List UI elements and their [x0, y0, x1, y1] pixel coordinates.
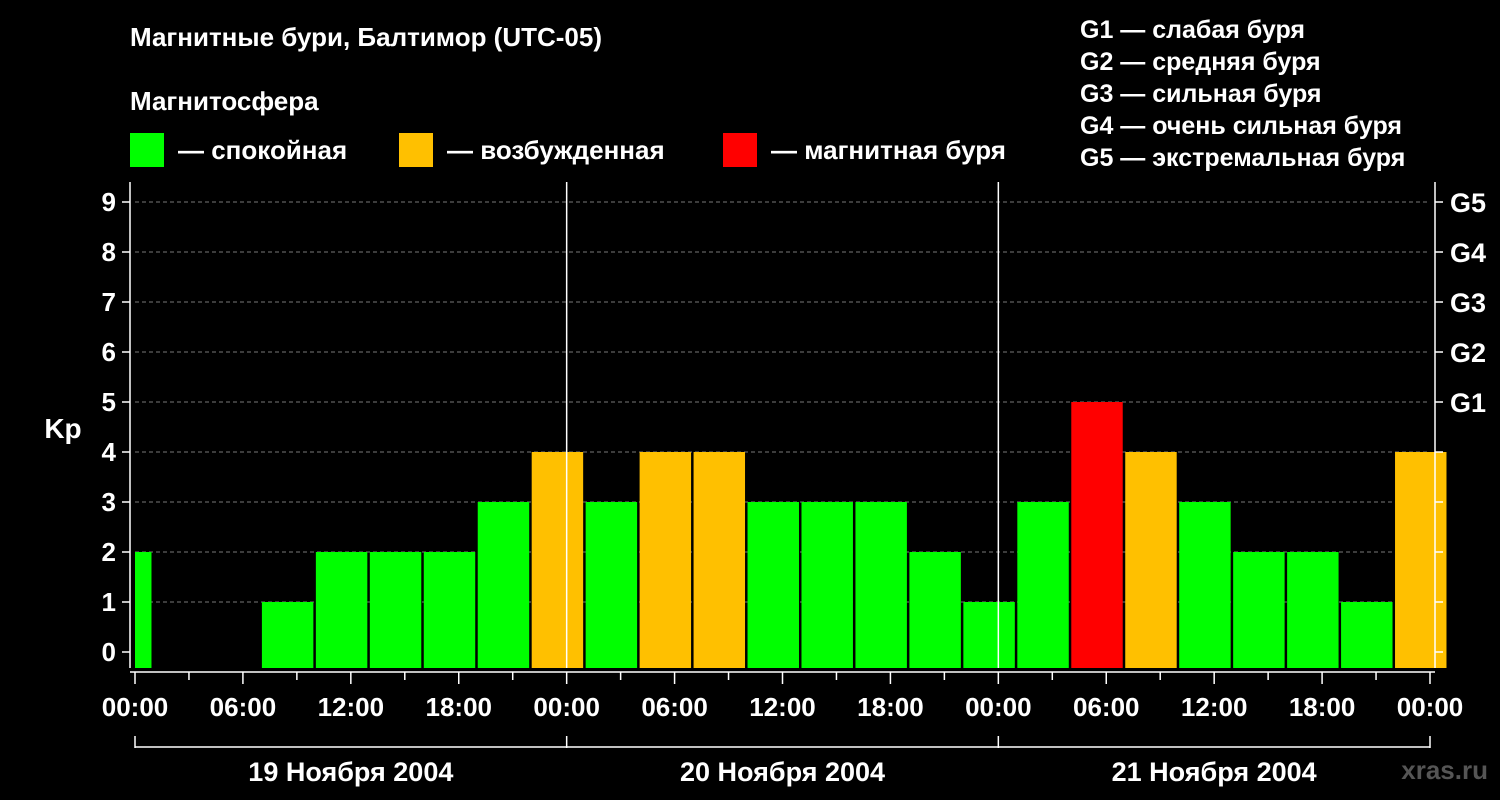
bar-layer [135, 402, 1447, 668]
kp-bar [1341, 602, 1393, 668]
g-level-label: G3 [1450, 288, 1486, 318]
kp-bar [585, 502, 638, 668]
x-tick-label: 18:00 [426, 692, 493, 722]
x-tick-label: 12:00 [1181, 692, 1248, 722]
g-level-label: G4 [1450, 238, 1486, 268]
y-tick-label: 2 [102, 537, 116, 567]
day-label: 19 Ноября 2004 [248, 757, 453, 787]
y-axis-label: Kp [44, 413, 81, 444]
y-tick-label: 7 [102, 287, 116, 317]
g-level-label: G2 [1450, 338, 1486, 368]
x-tick-label: 18:00 [1289, 692, 1356, 722]
kp-bar [747, 502, 799, 668]
x-tick-label: 12:00 [749, 692, 816, 722]
kp-bar [1233, 552, 1285, 668]
kp-bar [801, 502, 853, 668]
y-tick-label: 3 [102, 487, 116, 517]
x-tick-label: 12:00 [318, 692, 385, 722]
kp-bar [1179, 502, 1231, 668]
kp-bar [1287, 552, 1339, 668]
x-tick-label: 00:00 [965, 692, 1032, 722]
y-tick-label: 6 [102, 337, 116, 367]
y-tick-label: 9 [102, 187, 116, 217]
y-tick-label: 8 [102, 237, 116, 267]
x-tick-label: 06:00 [1073, 692, 1140, 722]
kp-bar [909, 552, 961, 668]
kp-bar [531, 452, 584, 668]
kp-bar [639, 452, 692, 668]
kp-bar [855, 502, 907, 668]
x-tick-label: 00:00 [102, 692, 169, 722]
g-level-label: G1 [1450, 388, 1486, 418]
y-tick-label: 5 [102, 387, 116, 417]
x-tick-label: 06:00 [641, 692, 708, 722]
x-tick-label: 18:00 [857, 692, 924, 722]
kp-bar [261, 602, 314, 668]
kp-bar [315, 552, 368, 668]
kp-bar [423, 552, 476, 668]
kp-bar [369, 552, 422, 668]
x-tick-label: 00:00 [1397, 692, 1464, 722]
kp-bar [1071, 402, 1123, 668]
x-tick-label: 00:00 [533, 692, 600, 722]
kp-chart: 0 1 2 3 4 5 6 7 8 9 Kp G1 G2 G3 G4 G5 00:00 06:00 12:00 18:… [44, 182, 1486, 787]
g-level-label: G5 [1450, 188, 1486, 218]
watermark: xras.ru [1401, 755, 1488, 785]
kp-bar [963, 602, 1015, 668]
x-tick-label: 06:00 [210, 692, 277, 722]
kp-bar [477, 502, 530, 668]
kp-bar [135, 552, 152, 668]
kp-bar [1395, 452, 1447, 668]
label-layer: 0 1 2 3 4 5 6 7 8 9 Kp G1 G2 G3 G4 G5 00:00 06:00 12:00 18:… [44, 187, 1486, 787]
day-label: 21 Ноября 2004 [1112, 757, 1317, 787]
day-label: 20 Ноября 2004 [680, 757, 885, 787]
y-tick-label: 1 [102, 587, 116, 617]
kp-bar [1125, 452, 1177, 668]
y-tick-label: 0 [102, 637, 116, 667]
y-tick-label: 4 [102, 437, 117, 467]
kp-bar [1017, 502, 1069, 668]
kp-bar [693, 452, 746, 668]
